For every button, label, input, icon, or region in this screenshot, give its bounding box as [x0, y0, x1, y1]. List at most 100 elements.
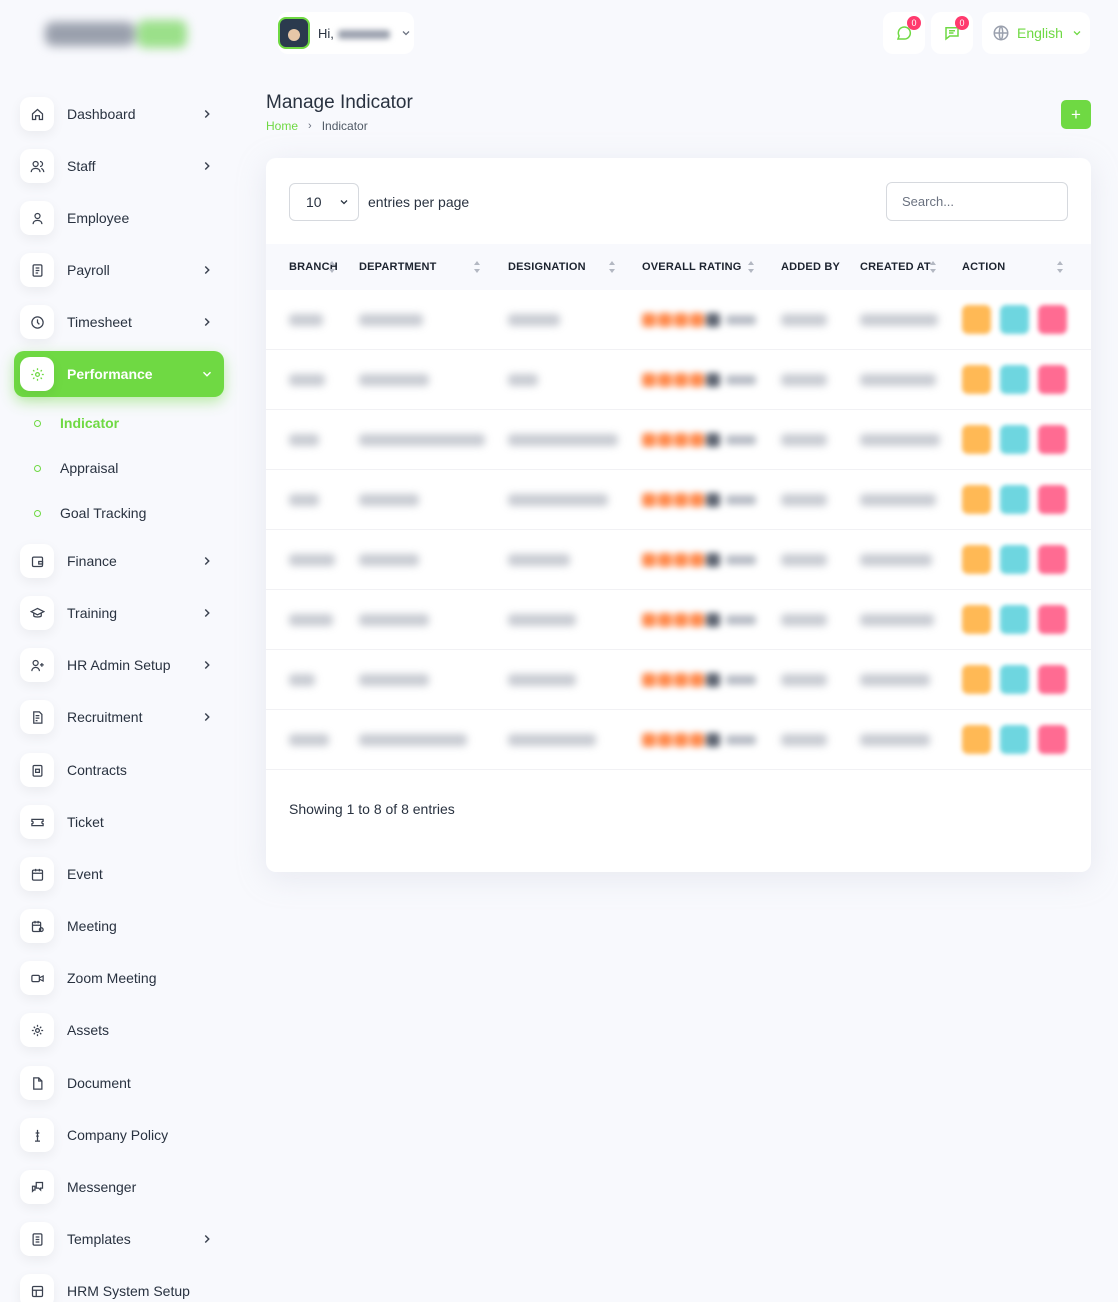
sidebar-item-payroll[interactable]: Payroll	[16, 248, 224, 292]
cell-branch	[289, 674, 315, 686]
delete-button[interactable]	[1038, 605, 1067, 634]
view-button[interactable]	[1000, 365, 1029, 394]
delete-button[interactable]	[1038, 425, 1067, 454]
cell-branch	[289, 314, 323, 326]
sort-icon[interactable]	[1056, 259, 1064, 275]
chevron-right-icon	[204, 556, 210, 566]
star-icon	[690, 613, 704, 627]
sidebar-subitem-appraisal[interactable]: Appraisal	[34, 457, 118, 479]
sidebar-item-label: HR Admin Setup	[67, 657, 171, 673]
sidebar-item-zoom-meeting[interactable]: Zoom Meeting	[16, 956, 224, 1000]
view-button[interactable]	[1000, 725, 1029, 754]
delete-button[interactable]	[1038, 365, 1067, 394]
sidebar-item-event[interactable]: Event	[16, 852, 224, 896]
sidebar-item-dashboard[interactable]: Dashboard	[16, 92, 224, 136]
chevron-right-icon	[204, 660, 210, 670]
edit-button[interactable]	[962, 365, 991, 394]
topbar: Hi, 0 0 English	[238, 0, 1118, 70]
delete-button[interactable]	[1038, 305, 1067, 334]
sidebar-item-templates[interactable]: Templates	[16, 1217, 224, 1261]
star-icon	[658, 493, 672, 507]
chevron-right-icon	[204, 608, 210, 618]
sidebar-item-assets[interactable]: Assets	[16, 1008, 224, 1052]
rating-stars	[642, 733, 760, 747]
file-icon	[20, 1066, 54, 1100]
cell-department	[359, 494, 419, 506]
view-button[interactable]	[1000, 665, 1029, 694]
sort-icon[interactable]	[473, 259, 481, 275]
sidebar-subitem-label: Indicator	[60, 415, 120, 431]
sidebar-item-finance[interactable]: Finance	[16, 539, 224, 583]
star-icon	[658, 433, 672, 447]
sort-icon[interactable]	[747, 259, 755, 275]
sidebar-item-employee[interactable]: Employee	[16, 196, 224, 240]
sidebar-item-label: Meeting	[67, 918, 117, 934]
edit-button[interactable]	[962, 725, 991, 754]
sidebar-item-hr-admin-setup[interactable]: HR Admin Setup	[16, 643, 224, 687]
column-header-added-by[interactable]: ADDED BY	[781, 244, 840, 290]
view-button[interactable]	[1000, 545, 1029, 574]
home-icon	[20, 97, 54, 131]
edit-button[interactable]	[962, 605, 991, 634]
column-header-designation[interactable]: DESIGNATION	[508, 244, 586, 290]
cell-added-by	[781, 614, 827, 626]
company-logo[interactable]	[45, 14, 190, 54]
column-header-action: ACTION	[962, 261, 1006, 273]
table-row	[266, 470, 1091, 530]
sort-icon[interactable]	[328, 259, 336, 275]
sidebar-item-label: Company Policy	[67, 1127, 169, 1143]
edit-button[interactable]	[962, 485, 991, 514]
table-row	[266, 290, 1091, 350]
view-button[interactable]	[1000, 485, 1029, 514]
rating-value	[726, 435, 756, 445]
delete-button[interactable]	[1038, 545, 1067, 574]
sidebar-item-training[interactable]: Training	[16, 591, 224, 635]
cell-designation	[508, 374, 538, 386]
delete-button[interactable]	[1038, 665, 1067, 694]
sidebar-subitem-indicator[interactable]: Indicator	[34, 412, 119, 434]
entries-per-page-select[interactable]: 10	[289, 183, 359, 221]
edit-button[interactable]	[962, 665, 991, 694]
cell-designation	[508, 434, 618, 446]
sidebar-item-contracts[interactable]: Contracts	[16, 748, 224, 792]
column-header-created-at[interactable]: CREATED AT	[860, 244, 931, 290]
breadcrumb-home-link[interactable]: Home	[266, 119, 298, 133]
sidebar-item-label: Event	[67, 866, 103, 882]
edit-button[interactable]	[962, 305, 991, 334]
sidebar-subitem-goal-tracking[interactable]: Goal Tracking	[34, 502, 146, 524]
delete-button[interactable]	[1038, 725, 1067, 754]
language-selector[interactable]: English	[982, 12, 1090, 54]
sidebar-item-company-policy[interactable]: Company Policy	[16, 1113, 224, 1157]
sidebar-item-timesheet[interactable]: Timesheet	[16, 300, 224, 344]
sort-icon[interactable]	[608, 259, 616, 275]
sidebar-item-hrm-system-setup[interactable]: HRM System Setup	[16, 1269, 224, 1302]
sidebar-item-document[interactable]: Document	[16, 1061, 224, 1105]
messages-button[interactable]: 0	[931, 12, 973, 54]
view-button[interactable]	[1000, 305, 1029, 334]
cell-designation	[508, 554, 570, 566]
view-button[interactable]	[1000, 425, 1029, 454]
edit-button[interactable]	[962, 425, 991, 454]
column-header-department[interactable]: DEPARTMENT	[359, 244, 437, 290]
delete-button[interactable]	[1038, 485, 1067, 514]
sort-icon[interactable]	[929, 259, 937, 275]
star-icon	[642, 673, 656, 687]
policy-icon	[20, 1118, 54, 1152]
cell-designation	[508, 674, 576, 686]
rating-value	[726, 555, 756, 565]
sidebar-item-staff[interactable]: Staff	[16, 144, 224, 188]
sidebar-item-performance[interactable]: Performance	[14, 351, 224, 397]
add-indicator-button[interactable]: +	[1061, 100, 1091, 129]
sidebar-item-recruitment[interactable]: Recruitment	[16, 695, 224, 739]
user-menu[interactable]: Hi,	[278, 12, 414, 54]
notification-button[interactable]: 0	[883, 12, 925, 54]
sidebar-item-meeting[interactable]: Meeting	[16, 904, 224, 948]
column-header-overall-rating[interactable]: OVERALL RATING	[642, 244, 742, 290]
view-button[interactable]	[1000, 605, 1029, 634]
sidebar-item-label: Timesheet	[67, 314, 132, 330]
table-icon	[20, 1274, 54, 1302]
sidebar-item-messenger[interactable]: Messenger	[16, 1165, 224, 1209]
edit-button[interactable]	[962, 545, 991, 574]
sidebar-item-ticket[interactable]: Ticket	[16, 800, 224, 844]
search-input[interactable]	[886, 182, 1068, 221]
